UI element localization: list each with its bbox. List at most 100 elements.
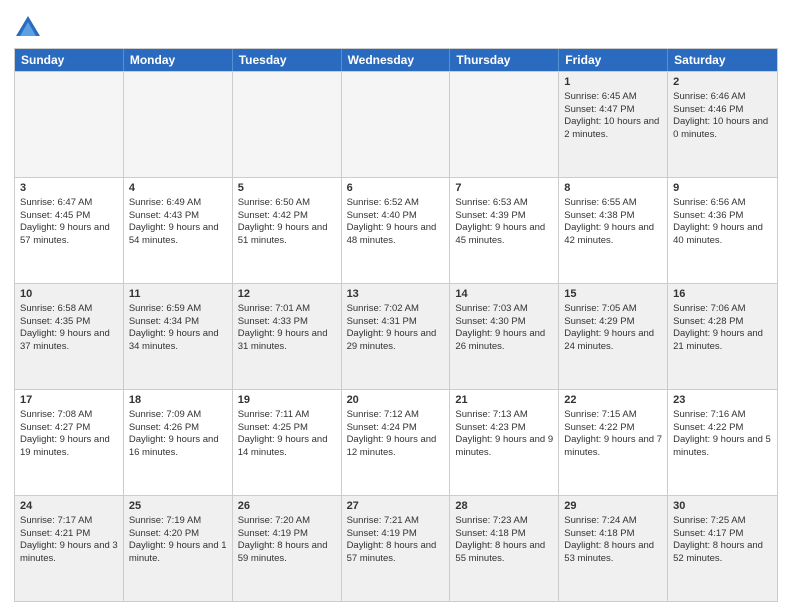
day-info: Sunrise: 6:53 AM (455, 197, 553, 210)
day-info: Sunrise: 6:55 AM (564, 197, 662, 210)
logo (14, 14, 46, 42)
day-number: 2 (673, 75, 772, 90)
day-info: Sunset: 4:46 PM (673, 104, 772, 117)
day-info: Sunrise: 7:20 AM (238, 515, 336, 528)
day-info: Sunrise: 7:17 AM (20, 515, 118, 528)
calendar-cell: 17Sunrise: 7:08 AMSunset: 4:27 PMDayligh… (15, 390, 124, 495)
day-number: 27 (347, 499, 445, 514)
day-info: Daylight: 8 hours and 53 minutes. (564, 540, 662, 566)
calendar-header-cell: Monday (124, 49, 233, 71)
day-number: 19 (238, 393, 336, 408)
day-info: Sunrise: 6:49 AM (129, 197, 227, 210)
calendar-header-cell: Tuesday (233, 49, 342, 71)
day-info: Sunset: 4:29 PM (564, 316, 662, 329)
calendar-cell: 5Sunrise: 6:50 AMSunset: 4:42 PMDaylight… (233, 178, 342, 283)
day-info: Sunrise: 6:46 AM (673, 91, 772, 104)
day-number: 5 (238, 181, 336, 196)
day-info: Daylight: 8 hours and 59 minutes. (238, 540, 336, 566)
day-info: Sunset: 4:24 PM (347, 422, 445, 435)
day-info: Daylight: 9 hours and 45 minutes. (455, 222, 553, 248)
calendar-cell: 24Sunrise: 7:17 AMSunset: 4:21 PMDayligh… (15, 496, 124, 601)
day-number: 22 (564, 393, 662, 408)
day-number: 1 (564, 75, 662, 90)
day-info: Sunrise: 7:01 AM (238, 303, 336, 316)
day-info: Sunset: 4:42 PM (238, 210, 336, 223)
calendar-row: 10Sunrise: 6:58 AMSunset: 4:35 PMDayligh… (15, 283, 777, 389)
day-info: Sunset: 4:40 PM (347, 210, 445, 223)
day-info: Sunrise: 7:24 AM (564, 515, 662, 528)
day-info: Daylight: 9 hours and 57 minutes. (20, 222, 118, 248)
day-number: 6 (347, 181, 445, 196)
day-info: Sunrise: 7:15 AM (564, 409, 662, 422)
calendar-cell: 27Sunrise: 7:21 AMSunset: 4:19 PMDayligh… (342, 496, 451, 601)
day-info: Daylight: 8 hours and 57 minutes. (347, 540, 445, 566)
day-info: Daylight: 8 hours and 55 minutes. (455, 540, 553, 566)
day-info: Sunset: 4:31 PM (347, 316, 445, 329)
day-info: Sunrise: 6:50 AM (238, 197, 336, 210)
day-info: Sunrise: 7:08 AM (20, 409, 118, 422)
day-number: 3 (20, 181, 118, 196)
day-info: Sunset: 4:17 PM (673, 528, 772, 541)
calendar-cell (342, 72, 451, 177)
page: SundayMondayTuesdayWednesdayThursdayFrid… (0, 0, 792, 612)
day-info: Sunrise: 7:06 AM (673, 303, 772, 316)
calendar-cell: 19Sunrise: 7:11 AMSunset: 4:25 PMDayligh… (233, 390, 342, 495)
calendar-cell: 1Sunrise: 6:45 AMSunset: 4:47 PMDaylight… (559, 72, 668, 177)
day-info: Sunrise: 6:59 AM (129, 303, 227, 316)
day-info: Sunset: 4:35 PM (20, 316, 118, 329)
calendar-cell: 12Sunrise: 7:01 AMSunset: 4:33 PMDayligh… (233, 284, 342, 389)
day-info: Daylight: 8 hours and 52 minutes. (673, 540, 772, 566)
day-number: 8 (564, 181, 662, 196)
day-number: 4 (129, 181, 227, 196)
calendar-cell: 11Sunrise: 6:59 AMSunset: 4:34 PMDayligh… (124, 284, 233, 389)
day-number: 17 (20, 393, 118, 408)
day-info: Sunset: 4:33 PM (238, 316, 336, 329)
calendar-header-cell: Sunday (15, 49, 124, 71)
day-number: 26 (238, 499, 336, 514)
day-info: Daylight: 9 hours and 31 minutes. (238, 328, 336, 354)
calendar-cell: 16Sunrise: 7:06 AMSunset: 4:28 PMDayligh… (668, 284, 777, 389)
day-info: Sunrise: 7:11 AM (238, 409, 336, 422)
day-info: Daylight: 9 hours and 37 minutes. (20, 328, 118, 354)
day-info: Daylight: 9 hours and 51 minutes. (238, 222, 336, 248)
calendar-cell (124, 72, 233, 177)
day-number: 15 (564, 287, 662, 302)
day-info: Daylight: 9 hours and 9 minutes. (455, 434, 553, 460)
day-info: Sunset: 4:19 PM (347, 528, 445, 541)
day-info: Daylight: 9 hours and 29 minutes. (347, 328, 445, 354)
calendar-cell: 9Sunrise: 6:56 AMSunset: 4:36 PMDaylight… (668, 178, 777, 283)
day-info: Sunset: 4:19 PM (238, 528, 336, 541)
calendar-body: 1Sunrise: 6:45 AMSunset: 4:47 PMDaylight… (15, 71, 777, 601)
day-info: Sunrise: 7:03 AM (455, 303, 553, 316)
calendar-row: 24Sunrise: 7:17 AMSunset: 4:21 PMDayligh… (15, 495, 777, 601)
calendar-cell: 28Sunrise: 7:23 AMSunset: 4:18 PMDayligh… (450, 496, 559, 601)
header (14, 10, 778, 42)
day-info: Daylight: 9 hours and 26 minutes. (455, 328, 553, 354)
day-info: Daylight: 9 hours and 24 minutes. (564, 328, 662, 354)
day-number: 11 (129, 287, 227, 302)
calendar-cell: 2Sunrise: 6:46 AMSunset: 4:46 PMDaylight… (668, 72, 777, 177)
day-info: Daylight: 9 hours and 14 minutes. (238, 434, 336, 460)
day-info: Sunset: 4:36 PM (673, 210, 772, 223)
day-number: 18 (129, 393, 227, 408)
day-number: 9 (673, 181, 772, 196)
day-info: Sunrise: 6:45 AM (564, 91, 662, 104)
day-number: 24 (20, 499, 118, 514)
day-info: Sunrise: 7:02 AM (347, 303, 445, 316)
calendar-cell: 15Sunrise: 7:05 AMSunset: 4:29 PMDayligh… (559, 284, 668, 389)
calendar-cell: 21Sunrise: 7:13 AMSunset: 4:23 PMDayligh… (450, 390, 559, 495)
calendar-cell: 18Sunrise: 7:09 AMSunset: 4:26 PMDayligh… (124, 390, 233, 495)
day-info: Sunrise: 7:19 AM (129, 515, 227, 528)
day-info: Sunset: 4:18 PM (455, 528, 553, 541)
day-info: Daylight: 9 hours and 5 minutes. (673, 434, 772, 460)
day-info: Sunset: 4:43 PM (129, 210, 227, 223)
day-info: Sunrise: 6:47 AM (20, 197, 118, 210)
calendar-cell: 20Sunrise: 7:12 AMSunset: 4:24 PMDayligh… (342, 390, 451, 495)
calendar: SundayMondayTuesdayWednesdayThursdayFrid… (14, 48, 778, 602)
day-info: Sunrise: 7:16 AM (673, 409, 772, 422)
day-info: Sunset: 4:39 PM (455, 210, 553, 223)
day-info: Daylight: 10 hours and 2 minutes. (564, 116, 662, 142)
day-number: 10 (20, 287, 118, 302)
calendar-cell: 13Sunrise: 7:02 AMSunset: 4:31 PMDayligh… (342, 284, 451, 389)
day-info: Sunrise: 7:12 AM (347, 409, 445, 422)
